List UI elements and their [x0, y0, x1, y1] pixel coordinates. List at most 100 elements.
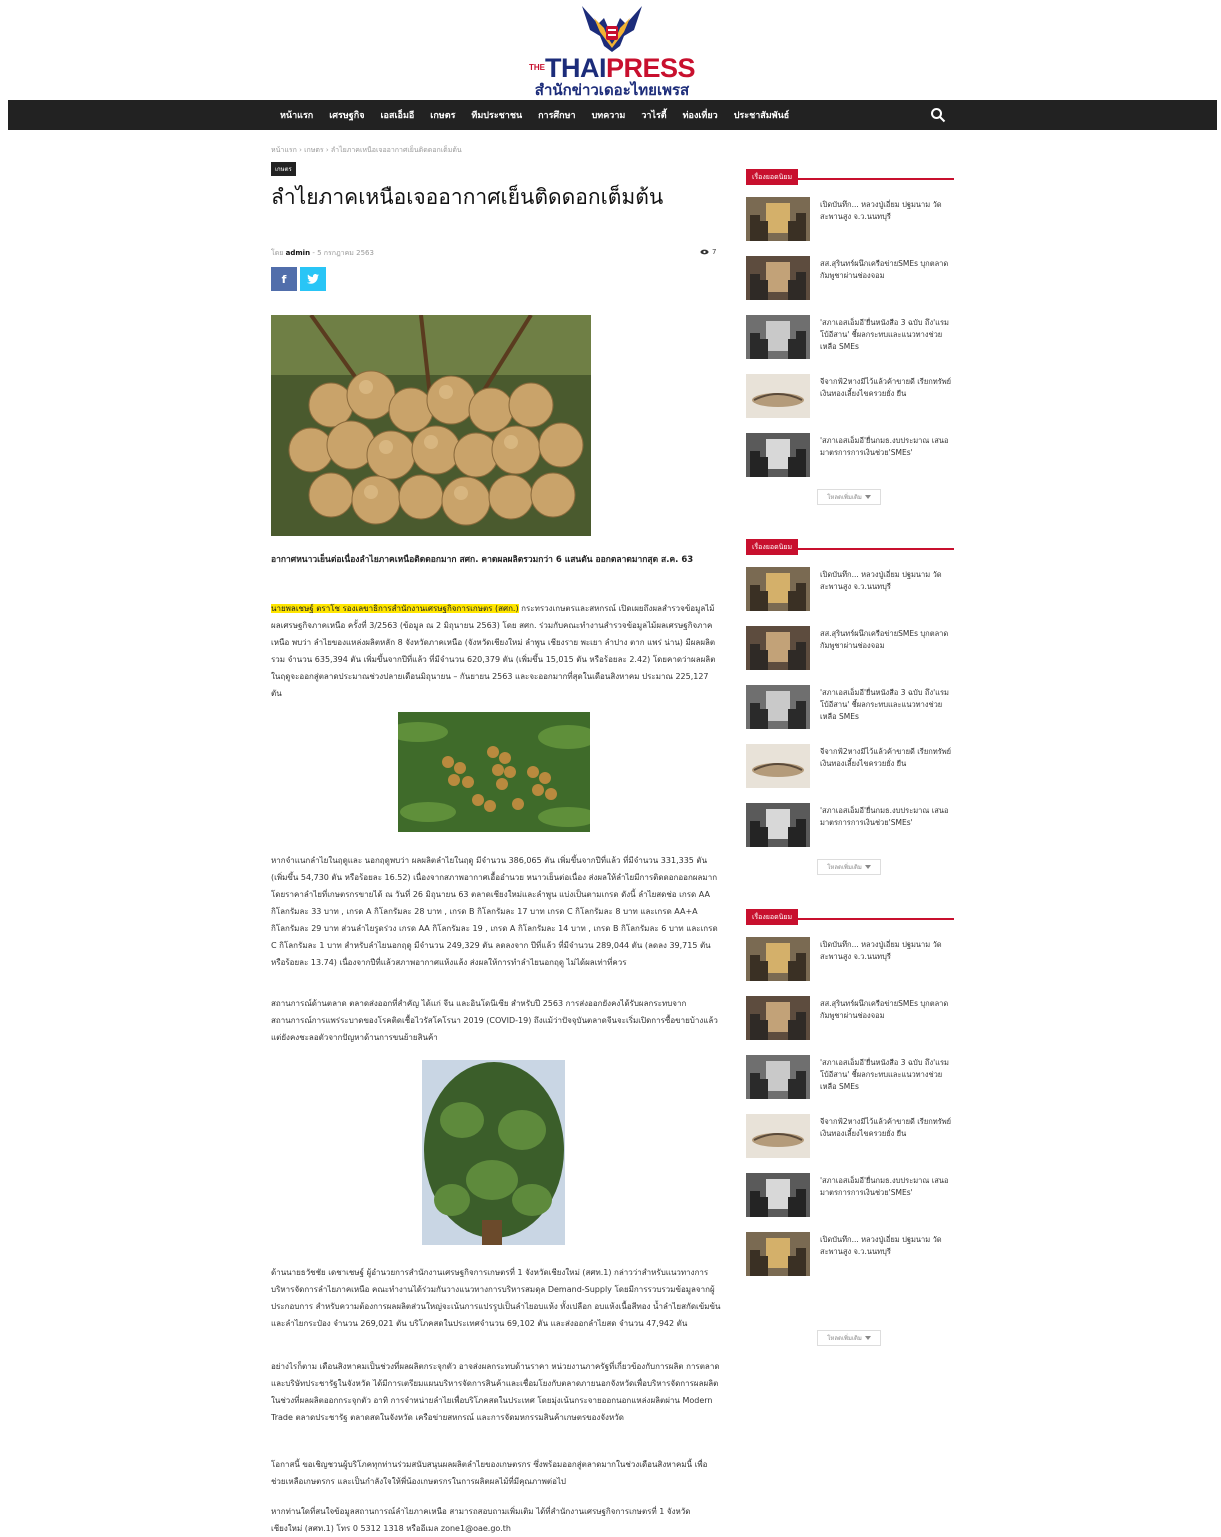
search-icon[interactable]: [930, 107, 946, 123]
post-thumbnail[interactable]: [746, 1173, 810, 1217]
post-title[interactable]: จีจากฟ้2หางมีไว้แล้วค้าขายดี เรียกทรัพย์…: [820, 1116, 956, 1140]
sidebar-post-3-3[interactable]: 'สภาเอสเอ็มอี'ยื่นหนังสือ 3 ฉบับ ถึง'แรม…: [746, 1055, 956, 1101]
highlighted-text: นายพลเชษฐ์ ตราโช รองเลขาธิการสำนักงานเศร…: [271, 604, 519, 613]
nav-item-travel[interactable]: ท่องเที่ยว: [683, 108, 718, 122]
post-thumbnail[interactable]: [746, 315, 810, 359]
load-more-label: โหลดเพิ่มเติม: [827, 864, 862, 871]
post-title[interactable]: เปิดบันทึก... หลวงปู่เอี่ยม ปฐมนาม วัดสะ…: [820, 939, 956, 963]
block-heading-label: เรื่องยอดนิยม: [746, 539, 799, 555]
facebook-share-button[interactable]: f: [271, 267, 297, 291]
article-paragraph-2: หากจำแนกลำไยในฤดูและ นอกฤดูพบว่า ผลผลิตล…: [271, 856, 718, 967]
chevron-down-icon: [864, 865, 871, 869]
sidebar-post-1-4[interactable]: จีจากฟ้2หางมีไว้แล้วค้าขายดี เรียกทรัพย์…: [746, 374, 956, 420]
post-title[interactable]: 'สภาเอสเอ็มอี'ยื่นหนังสือ 3 ฉบับ ถึง'แรม…: [820, 317, 956, 353]
sidebar-post-3-2[interactable]: สส.สุรินทร์ผนึกเครือข่ายSMEs บุกตลาดกัมพ…: [746, 996, 956, 1042]
eagle-emblem-icon: [582, 6, 642, 52]
nav-item-economy[interactable]: เศรษฐกิจ: [329, 108, 364, 122]
publish-date: - 5 กรกฎาคม 2563: [312, 249, 374, 257]
sidebar-post-2-3[interactable]: 'สภาเอสเอ็มอี'ยื่นหนังสือ 3 ฉบับ ถึง'แรม…: [746, 685, 956, 731]
post-title[interactable]: จีจากฟ้2หางมีไว้แล้วค้าขายดี เรียกทรัพย์…: [820, 746, 956, 770]
post-thumbnail[interactable]: [746, 937, 810, 981]
post-thumbnail[interactable]: [746, 567, 810, 611]
nav-item-education[interactable]: การศึกษา: [538, 108, 576, 122]
load-more-button[interactable]: โหลดเพิ่มเติม: [817, 859, 881, 875]
post-title[interactable]: สส.สุรินทร์ผนึกเครือข่ายSMEs บุกตลาดกัมพ…: [820, 998, 956, 1022]
longan-cluster-photo: [271, 315, 591, 536]
longan-orchard-photo: [422, 1060, 565, 1245]
logo-subtitle: สำนักข่าวเดอะไทยเพรส: [534, 81, 690, 99]
sidebar-post-2-5[interactable]: 'สภาเอสเอ็มอี'ยื่นกมธ.งบประมาณ เสนอมาตรก…: [746, 803, 956, 849]
breadcrumb[interactable]: หน้าแรก › เกษตร › ลำไยภาคเหนือเจออากาศเย…: [271, 145, 462, 156]
load-more-button[interactable]: โหลดเพิ่มเติม: [817, 1330, 881, 1346]
category-badge[interactable]: เกษตร: [271, 162, 296, 176]
post-thumbnail[interactable]: [746, 256, 810, 300]
logo-thai: THAI: [544, 53, 607, 83]
article-paragraph-6: โอกาสนี้ ขอเชิญชวนผู้บริโภคทุกท่านร่วมสน…: [271, 1460, 708, 1486]
article-paragraph-5: อย่างไรก็ตาม เดือนสิงหาคมเป็นช่วงที่ผลผล…: [271, 1362, 720, 1422]
block-heading-label: เรื่องยอดนิยม: [746, 169, 799, 185]
post-thumbnail[interactable]: [746, 1232, 810, 1276]
article-title: ลำไยภาคเหนือเจออากาศเย็นติดดอกเต็มต้น: [271, 185, 664, 209]
nav-item-articles[interactable]: บทความ: [592, 108, 626, 122]
main-nav: หน้าแรก เศรษฐกิจ เอสเอ็มอี เกษตร ทีมประช…: [8, 100, 1217, 130]
post-thumbnail[interactable]: [746, 1114, 810, 1158]
post-thumbnail[interactable]: [746, 1055, 810, 1099]
post-title[interactable]: 'สภาเอสเอ็มอี'ยื่นหนังสือ 3 ฉบับ ถึง'แรม…: [820, 1057, 956, 1093]
nav-item-home[interactable]: หน้าแรก: [280, 108, 313, 122]
sidebar-post-3-5[interactable]: 'สภาเอสเอ็มอี'ยื่นกมธ.งบประมาณ เสนอมาตรก…: [746, 1173, 956, 1219]
sidebar-post-1-5[interactable]: 'สภาเอสเอ็มอี'ยื่นกมธ.งบประมาณ เสนอมาตรก…: [746, 433, 956, 479]
sidebar-post-1-2[interactable]: สส.สุรินทร์ผนึกเครือข่ายSMEs บุกตลาดกัมพ…: [746, 256, 956, 302]
load-more-button[interactable]: โหลดเพิ่มเติม: [817, 489, 881, 505]
post-title[interactable]: เปิดบันทึก... หลวงปู่เอี่ยม ปฐมนาม วัดสะ…: [820, 199, 956, 223]
post-thumbnail[interactable]: [746, 996, 810, 1040]
nav-item-pr[interactable]: ประชาสัมพันธ์: [734, 108, 790, 122]
sidebar-post-1-1[interactable]: เปิดบันทึก... หลวงปู่เอี่ยม ปฐมนาม วัดสะ…: [746, 197, 956, 243]
chevron-down-icon: [864, 495, 871, 499]
sidebar-post-2-2[interactable]: สส.สุรินทร์ผนึกเครือข่ายSMEs บุกตลาดกัมพ…: [746, 626, 956, 672]
nav-item-people[interactable]: ทีมประชาชน: [471, 108, 522, 122]
article-byline: โดย admin - 5 กรกฎาคม 2563: [271, 248, 374, 259]
article-paragraph-4: ด้านนายธวัชชัย เดชาเชษฐ์ ผู้อำนวยการสำนั…: [271, 1268, 721, 1328]
article-paragraph-3: สถานการณ์ด้านตลาด ตลาดส่งออกที่สำคัญ ได้…: [271, 999, 718, 1042]
sidebar-post-2-4[interactable]: จีจากฟ้2หางมีไว้แล้วค้าขายดี เรียกทรัพย์…: [746, 744, 956, 790]
logo-the: THE: [528, 63, 545, 72]
article-paragraph-1: นายพลเชษฐ์ ตราโช รองเลขาธิการสำนักงานเศร…: [271, 600, 721, 702]
byline-prefix: โดย: [271, 249, 284, 257]
post-title[interactable]: เปิดบันทึก... หลวงปู่เอี่ยม ปฐมนาม วัดสะ…: [820, 569, 956, 593]
popular-posts-heading: เรื่องยอดนิยม: [746, 534, 954, 555]
post-thumbnail[interactable]: [746, 803, 810, 847]
block-heading-label: เรื่องยอดนิยม: [746, 909, 799, 925]
sidebar-post-3-extra[interactable]: เปิดบันทึก... หลวงปู่เอี่ยม ปฐมนาม วัดสะ…: [746, 1232, 956, 1278]
post-title[interactable]: 'สภาเอสเอ็มอี'ยื่นกมธ.งบประมาณ เสนอมาตรก…: [820, 435, 956, 459]
post-title[interactable]: 'สภาเอสเอ็มอี'ยื่นกมธ.งบประมาณ เสนอมาตรก…: [820, 805, 956, 829]
post-thumbnail[interactable]: [746, 374, 810, 418]
author-link[interactable]: admin: [286, 249, 310, 257]
chevron-down-icon: [864, 1336, 871, 1340]
post-thumbnail[interactable]: [746, 685, 810, 729]
post-title[interactable]: 'สภาเอสเอ็มอี'ยื่นหนังสือ 3 ฉบับ ถึง'แรม…: [820, 687, 956, 723]
sidebar-post-3-4[interactable]: จีจากฟ้2หางมีไว้แล้วค้าขายดี เรียกทรัพย์…: [746, 1114, 956, 1160]
post-title[interactable]: จีจากฟ้2หางมีไว้แล้วค้าขายดี เรียกทรัพย์…: [820, 376, 956, 400]
sidebar-post-3-1[interactable]: เปิดบันทึก... หลวงปู่เอี่ยม ปฐมนาม วัดสะ…: [746, 937, 956, 983]
nav-item-variety[interactable]: วาไรตี้: [641, 108, 666, 122]
nav-item-sme[interactable]: เอสเอ็มอี: [380, 108, 414, 122]
post-thumbnail[interactable]: [746, 744, 810, 788]
post-title[interactable]: สส.สุรินทร์ผนึกเครือข่ายSMEs บุกตลาดกัมพ…: [820, 628, 956, 652]
post-thumbnail[interactable]: [746, 626, 810, 670]
post-thumbnail[interactable]: [746, 433, 810, 477]
eye-icon: [700, 249, 709, 255]
article-paragraph-7: หากท่านใดที่สนใจข้อมูลสถานการณ์ลำไยภาคเห…: [271, 1507, 691, 1533]
nav-item-agriculture[interactable]: เกษตร: [430, 108, 455, 122]
popular-posts-heading: เรื่องยอดนิยม: [746, 904, 954, 925]
sidebar-post-1-3[interactable]: 'สภาเอสเอ็มอี'ยื่นหนังสือ 3 ฉบับ ถึง'แรม…: [746, 315, 956, 361]
post-title[interactable]: เปิดบันทึก... หลวงปู่เอี่ยม ปฐมนาม วัดสะ…: [820, 1234, 956, 1258]
post-thumbnail[interactable]: [746, 197, 810, 241]
post-title[interactable]: 'สภาเอสเอ็มอี'ยื่นกมธ.งบประมาณ เสนอมาตรก…: [820, 1175, 956, 1199]
sidebar-post-2-1[interactable]: เปิดบันทึก... หลวงปู่เอี่ยม ปฐมนาม วัดสะ…: [746, 567, 956, 613]
load-more-label: โหลดเพิ่มเติม: [827, 1335, 862, 1342]
popular-posts-heading: เรื่องยอดนิยม: [746, 164, 954, 185]
twitter-share-button[interactable]: [300, 267, 326, 291]
site-logo[interactable]: THETHAIPRESS สำนักข่าวเดอะไทยเพรส: [522, 4, 702, 100]
twitter-icon: [307, 274, 319, 284]
post-title[interactable]: สส.สุรินทร์ผนึกเครือข่ายSMEs บุกตลาดกัมพ…: [820, 258, 956, 282]
